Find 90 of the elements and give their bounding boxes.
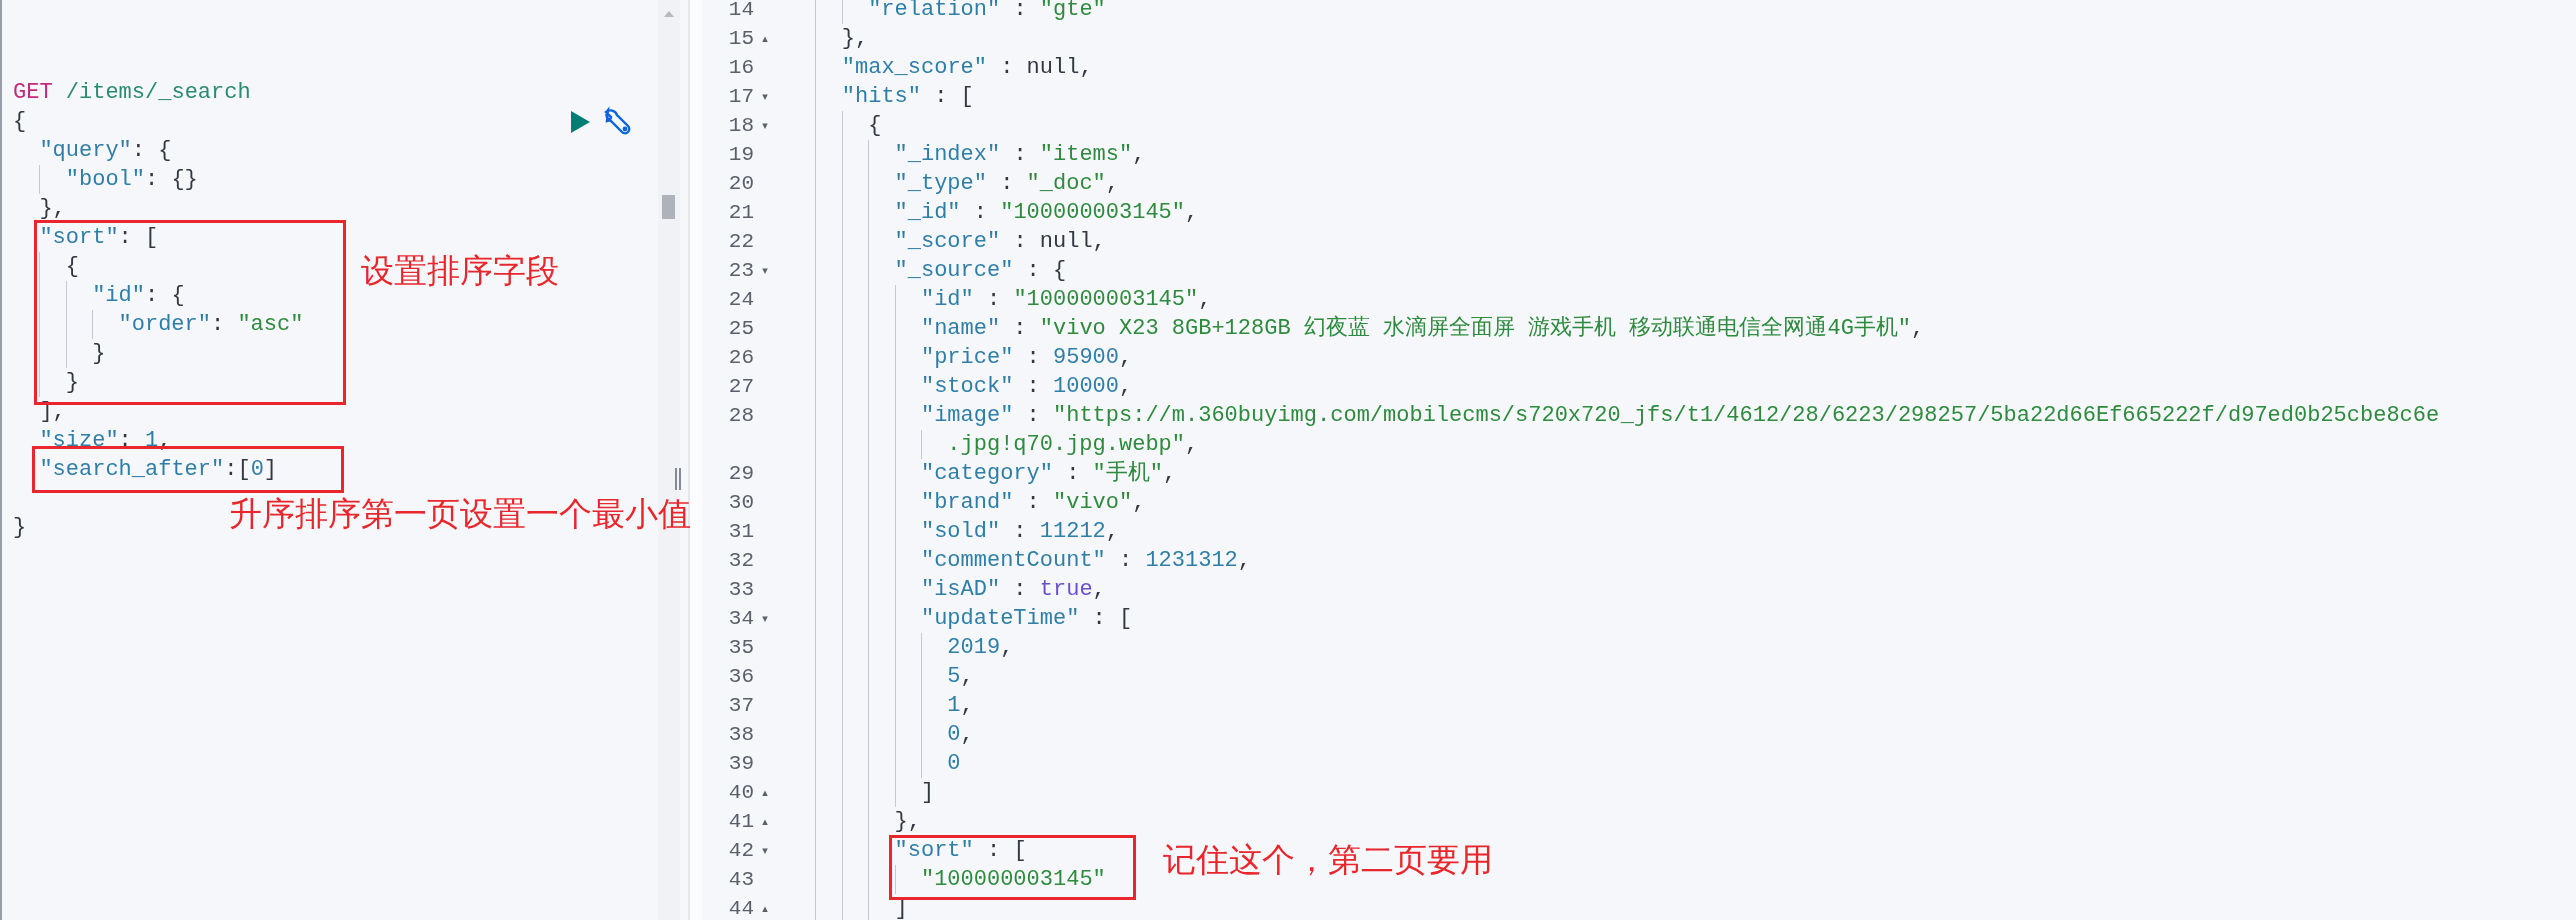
fold-toggle[interactable]: ▴: [762, 815, 768, 828]
code-line: "id": {: [92, 282, 185, 310]
code-line: "100000003145": [920, 866, 1106, 894]
line-number: 17: [727, 84, 754, 110]
resize-handle-icon[interactable]: [674, 468, 682, 490]
line-number: 18: [727, 113, 754, 139]
line-number: 23: [727, 258, 754, 284]
line-number: 31: [727, 519, 754, 545]
annotation-text: 记住这个，第二页要用: [1163, 841, 1493, 879]
code-line: "category" : "手机",: [920, 460, 1177, 488]
code-line: "updateTime" : [: [920, 605, 1133, 633]
line-number: 30: [727, 490, 754, 516]
fold-toggle[interactable]: ▾: [762, 90, 768, 103]
code-line: "stock" : 10000,: [920, 373, 1133, 401]
fold-toggle[interactable]: ▾: [762, 264, 768, 277]
line-number: 41: [727, 809, 754, 835]
code-line: "query": {: [39, 137, 172, 165]
annotation-text: 升序排序第一页设置一个最小值: [229, 495, 691, 533]
line-number: 21: [727, 200, 754, 226]
code-line: "commentCount" : 1231312,: [920, 547, 1252, 575]
code-line: 2019,: [947, 634, 1014, 662]
code-line: "_type" : "_doc",: [894, 170, 1119, 198]
line-number: 37: [727, 693, 754, 719]
line-number: 42: [727, 838, 754, 864]
code-line: "sort": [: [39, 224, 159, 252]
line-number: 33: [727, 577, 754, 603]
code-line: 5,: [947, 663, 974, 691]
code-line: "price" : 95900,: [920, 344, 1133, 372]
line-number: 25: [727, 316, 754, 342]
line-number: 15: [727, 26, 754, 52]
code-line: },: [894, 808, 921, 836]
fold-toggle[interactable]: ▴: [762, 32, 768, 45]
play-icon[interactable]: [569, 110, 591, 134]
line-number: 26: [727, 345, 754, 371]
code-line: {: [13, 108, 27, 136]
line-number: 24: [727, 287, 754, 313]
code-line: "_index" : "items",: [894, 141, 1146, 169]
code-line: "id" : "100000003145",: [920, 286, 1212, 314]
code-line: "search_after":[0]: [39, 456, 278, 484]
code-line: "_source" : {: [894, 257, 1067, 285]
code-line: "_score" : null,: [894, 228, 1106, 256]
line-number: 32: [727, 548, 754, 574]
code-line: "hits" : [: [841, 83, 974, 111]
code-line: 1,: [947, 692, 974, 720]
code-line: {: [65, 253, 79, 281]
code-line: "image" : "https://m.360buyimg.com/mobilecms/s720x720_jfs/t1/4612/28/6223/298257/5ba22d66Ef665222f/d97ed0b25cbe8c6e: [920, 402, 2440, 430]
code-line: "max_score" : null,: [841, 54, 1093, 82]
fold-toggle[interactable]: ▾: [762, 612, 768, 625]
fold-toggle[interactable]: ▾: [762, 844, 768, 857]
code-line: },: [841, 25, 869, 53]
fold-toggle[interactable]: ▴: [762, 786, 768, 799]
line-number: 44: [727, 896, 754, 920]
line-number: 35: [727, 635, 754, 661]
line-number: 39: [727, 751, 754, 777]
line-number: 19: [727, 142, 754, 168]
line-number: 22: [727, 229, 754, 255]
code-line: "name" : "vivo X23 8GB+128GB 幻夜蓝 水滴屏全面屏 游戏手机 移动联通电信全网通4G手机",: [920, 314, 1925, 343]
code-line: "brand" : "vivo",: [920, 489, 1146, 517]
annotation-text: 设置排序字段: [361, 252, 559, 290]
line-number: 36: [727, 664, 754, 690]
code-line: "sort" : [: [894, 837, 1027, 865]
scrollbar-thumb[interactable]: [662, 195, 675, 219]
code-line: ]: [920, 779, 935, 807]
code-line: GET /items/_search: [13, 79, 251, 107]
line-number: 16: [727, 55, 754, 81]
line-number: 20: [727, 171, 754, 197]
fold-toggle[interactable]: ▾: [762, 119, 768, 132]
line-number: 34: [727, 606, 754, 632]
code-line: {: [868, 112, 882, 140]
code-line: 0,: [947, 721, 974, 749]
code-line: "isAD" : true,: [920, 576, 1106, 604]
code-line: }: [65, 369, 79, 397]
line-number: 14: [727, 0, 754, 23]
line-number: 28: [727, 403, 754, 429]
line-number: 43: [727, 867, 754, 893]
fold-toggle[interactable]: ▴: [762, 902, 768, 915]
code-line: }: [13, 514, 27, 542]
code-line: .jpg!q70.jpg.webp",: [947, 431, 1199, 459]
code-line: "sold" : 11212,: [920, 518, 1119, 546]
line-number: 27: [727, 374, 754, 400]
line-number: 29: [727, 461, 754, 487]
code-line: }: [92, 340, 106, 368]
code-line: "_id" : "100000003145",: [894, 199, 1199, 227]
line-number: 38: [727, 722, 754, 748]
code-line: 0: [947, 750, 961, 778]
code-line: "order": "asc": [118, 311, 304, 339]
scroll-up-icon[interactable]: [663, 10, 675, 18]
line-number: 40: [727, 780, 754, 806]
code-line: },: [39, 195, 66, 223]
code-line: "bool": {}: [65, 166, 198, 194]
